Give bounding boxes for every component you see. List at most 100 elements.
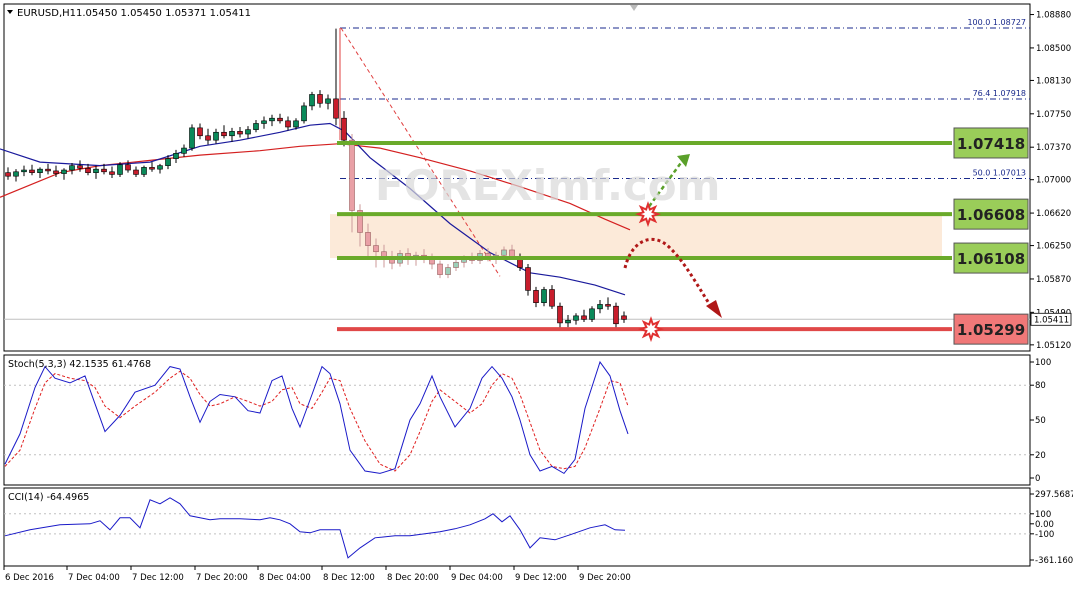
- price-tick-label: 1.07750: [1036, 110, 1071, 120]
- time-tick-label: 8 Dec 12:00: [323, 573, 375, 583]
- chart-header-ohlc: 1.05450 1.05450 1.05371 1.05411: [76, 8, 251, 19]
- candle-body: [61, 169, 67, 174]
- time-tick-label: 9 Dec 04:00: [451, 573, 503, 583]
- candle-body: [277, 117, 283, 122]
- candle-body: [205, 135, 211, 141]
- candle-body: [213, 131, 219, 141]
- time-tick-label: 9 Dec 20:00: [579, 573, 631, 583]
- candle-body: [589, 308, 595, 320]
- candle-body: [557, 305, 563, 324]
- candle-body: [325, 98, 331, 104]
- price-tick-label: 1.08130: [1036, 76, 1071, 86]
- candle-body: [21, 169, 27, 173]
- candle-body: [309, 94, 315, 107]
- candle-body: [189, 127, 195, 149]
- price-tick-label: 1.05870: [1036, 275, 1071, 285]
- candle-body: [37, 168, 43, 173]
- candle-body: [613, 305, 619, 325]
- candle-body: [349, 139, 355, 211]
- time-tick-label: 8 Dec 04:00: [259, 573, 311, 583]
- level-label: 1.06608: [957, 206, 1025, 224]
- candle-body: [317, 94, 323, 104]
- time-tick-label: 9 Dec 12:00: [515, 573, 567, 583]
- candle-body: [29, 169, 35, 173]
- stoch-tick-label: 20: [1035, 451, 1046, 461]
- candle-body: [621, 315, 627, 320]
- candle-body: [261, 120, 267, 124]
- last-price-label: 1.05411: [1034, 315, 1069, 325]
- candle-body: [109, 171, 115, 175]
- candle-body: [533, 290, 539, 303]
- fibonacci-label: 50.0 1.07013: [973, 169, 1026, 178]
- price-tick-label: 1.06250: [1036, 242, 1071, 252]
- candle-body: [509, 249, 515, 258]
- candle-body: [133, 169, 139, 175]
- fibonacci-label: 76.4 1.07918: [973, 89, 1026, 98]
- watermark: FOREXimf.com: [375, 161, 720, 210]
- level-label: 1.06108: [957, 250, 1025, 268]
- candle-body: [333, 98, 339, 119]
- candle-body: [605, 304, 611, 307]
- level-label: 1.07418: [957, 135, 1025, 153]
- stoch-tick-label: 0: [1035, 474, 1040, 484]
- candle-body: [101, 168, 107, 173]
- candle-body: [549, 289, 555, 307]
- candle-body: [581, 315, 587, 320]
- candle-body: [501, 249, 507, 256]
- chart-svg: 100.0 1.08727 76.4 1.07918 50.0 1.07013 1.0…: [0, 3, 1073, 583]
- candle-body: [173, 153, 179, 159]
- time-tick-label: 6 Dec 2016: [5, 573, 54, 583]
- candle-body: [157, 165, 163, 170]
- candle-body: [445, 267, 451, 275]
- cci-tick-label: -100: [1035, 530, 1054, 540]
- candle-body: [253, 123, 259, 130]
- price-tick-label: 1.08500: [1036, 44, 1071, 54]
- stoch-tick-label: 80: [1035, 381, 1046, 391]
- candle-body: [77, 165, 83, 169]
- price-tick-label: 1.08880: [1036, 11, 1071, 21]
- candle-body: [365, 232, 371, 246]
- level-label: 1.05299: [957, 321, 1025, 339]
- candle-body: [301, 105, 307, 122]
- candle-body: [117, 164, 123, 175]
- price-tick-label: 1.05120: [1036, 341, 1071, 351]
- cci-header: CCI(14) -64.4965: [8, 492, 89, 503]
- candle-body: [341, 117, 347, 141]
- time-tick-label: 7 Dec 04:00: [68, 573, 120, 583]
- candle-body: [437, 263, 443, 275]
- cci-tick-label: 0.00: [1035, 520, 1054, 530]
- chart-window: 100.0 1.08727 76.4 1.07918 50.0 1.07013 1.0…: [0, 0, 1073, 589]
- candle-body: [285, 120, 291, 128]
- candle-body: [221, 131, 227, 137]
- candle-body: [165, 158, 171, 166]
- candle-body: [597, 304, 603, 310]
- candle-body: [237, 131, 243, 135]
- cci-tick-label: 100: [1035, 510, 1051, 520]
- price-tick-label: 1.07000: [1036, 176, 1071, 186]
- candle-body: [149, 167, 155, 170]
- cci-tick-label: -361.1603: [1035, 556, 1073, 566]
- candle-body: [453, 261, 459, 268]
- candle-body: [69, 165, 75, 171]
- price-tick-label: 1.06620: [1036, 209, 1071, 219]
- candle-body: [125, 164, 131, 171]
- candle-body: [13, 171, 19, 177]
- candle-body: [141, 167, 147, 175]
- time-tick-label: 8 Dec 20:00: [387, 573, 439, 583]
- target-marker: [637, 316, 665, 343]
- candle-body: [45, 168, 51, 172]
- candle-body: [197, 127, 203, 137]
- candle-body: [373, 245, 379, 253]
- candle-body: [293, 120, 299, 128]
- candle-body: [53, 170, 59, 174]
- stoch-pane-frame: [3, 354, 1031, 486]
- candle-body: [5, 172, 11, 177]
- candle-body: [565, 319, 571, 324]
- price-tick-label: 1.07370: [1036, 143, 1071, 153]
- time-tick-label: 7 Dec 12:00: [132, 573, 184, 583]
- candle-body: [573, 315, 579, 321]
- cci-tick-label: 297.5687: [1035, 490, 1073, 500]
- candle-body: [93, 168, 99, 173]
- candle-body: [541, 289, 547, 303]
- chart-header-symbol: EURUSD,H1: [17, 8, 76, 19]
